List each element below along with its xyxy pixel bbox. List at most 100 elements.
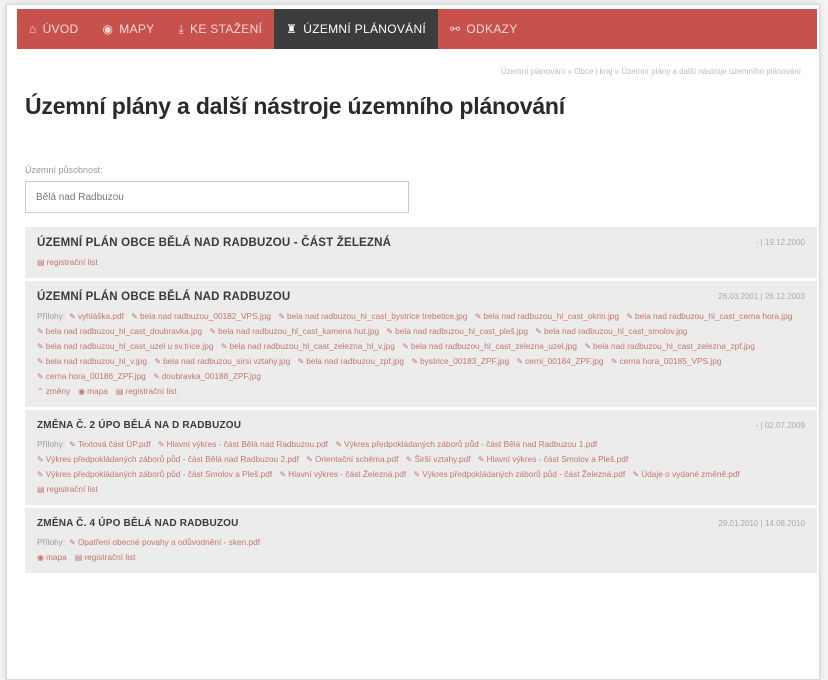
attachment-link[interactable]: ✎ bela nad radbuzou_hl_cast_pleš.jpg [386,326,528,336]
attachment-label: Opatření obecné povahy a odůvodnění - sk… [77,537,261,547]
paperclip-icon: ✎ [535,327,542,336]
attachment-link[interactable]: ✎ bystrice_00183_ZPF.jpg [411,356,509,366]
attachment-link[interactable]: ✎ Hlavní výkres - část Bělá nad Radbuzou.… [158,439,328,449]
attachment-link[interactable]: ✎ bela nad radbuzou_hl_cast_kamena hut.jp… [209,326,379,336]
document-icon: ▤ [37,485,45,494]
attachment-label: Orientační schéma.pdf [314,454,399,464]
attachment-link[interactable]: ✎ Výkres předpokládaných záborů půd - čás… [335,439,597,449]
paperclip-icon: ✎ [632,470,640,479]
attachments-label: Přílohy: [37,537,66,547]
action-document[interactable]: ▤ registrační list [75,552,136,562]
attachment-link[interactable]: ✎ Hlavní výkres - část Železná.pdf [279,469,406,479]
attachment-label: Hlavní výkres - část Smolov a Pleš.pdf [486,454,629,464]
attachment-link[interactable]: ✎ bela nad radbuzou_zpf.jpg [298,356,405,366]
action-label: registrační list [46,484,98,494]
browser-frame: ⌂ ÚVOD ◉ MAPY ⤓ KE STAŽENÍ ♜ ÚZEMNÍ PLÁN… [6,4,820,680]
plan-dates: - | 02.07.2009 [755,421,805,430]
paperclip-icon: ✎ [474,312,482,321]
attachments-list: Přílohy: ✎ Textová část ÚP.pdf ✎ Hlavní výk… [37,437,805,482]
paperclip-icon: ✎ [278,312,286,321]
attachment-link[interactable]: ✎ Orientační schéma.pdf [306,454,398,464]
attachment-link[interactable]: ✎ bela nad radbuzou_sirsi vztahy.jpg [154,356,290,366]
attachment-link[interactable]: ✎ Výkres předpokládaných záborů půd - čás… [37,469,272,479]
plan-item: ÚZEMNÍ PLÁN OBCE BĚLÁ NAD RADBUZOU 26.03.… [25,281,817,410]
attachment-label: bela nad radbuzou_00182_VPS.jpg [139,311,272,321]
paperclip-icon: ✎ [297,357,305,366]
globe-icon: ◉ [37,553,44,562]
attachment-link[interactable]: ✎ bela nad radbuzou_hl_cast_uzel u sv.tri… [37,341,213,351]
attachment-label: bela nad radbuzou_hl_cast_zelezna_hl_v.j… [229,341,395,351]
breadcrumb[interactable]: Územní plánování » Obce i kraj » Územní … [501,67,801,76]
paperclip-icon: ✎ [69,440,76,449]
attachment-link[interactable]: ✎ Opatření obecné povahy a odůvodnění - s… [69,537,260,547]
paperclip-icon: ✎ [131,312,138,321]
nav-item-uzemni-planovani[interactable]: ♜ ÚZEMNÍ PLÁNOVÁNÍ [274,9,439,49]
attachment-link[interactable]: ✎ cerni_00184_ZPF.jpg [516,356,603,366]
attachment-link[interactable]: ✎ Výkres předpokládaných záborů půd - čás… [414,469,626,479]
action-chevron-up[interactable]: ⌃ změny [37,386,70,396]
attachment-link[interactable]: ✎ bela nad radbuzou_hl_cast_smolov.jpg [535,326,687,336]
attachment-link[interactable]: ✎ Výkres předpokládaných záborů půd - čás… [37,454,299,464]
paperclip-icon: ✎ [306,455,313,464]
document-icon: ▤ [74,553,83,562]
attachment-link[interactable]: ✎ Textová část ÚP.pdf [69,439,150,449]
attachment-link[interactable]: ✎ cerna hora_00185_VPS.jpg [611,356,722,366]
attachment-link[interactable]: ✎ Hlavní výkres - část Smolov a Pleš.pdf [478,454,628,464]
action-document[interactable]: ▤ registrační list [116,386,177,396]
attachment-link[interactable]: ✎ Širší vztahy.pdf [406,454,471,464]
chevron-up-icon: ⌃ [37,387,44,396]
plan-actions: ⌃ změny ◉ mapa ▤ registrační list [37,384,805,399]
attachment-label: Výkres předpokládaných záborů půd - část… [45,454,299,464]
plan-actions: ◉ mapa ▤ registrační list [37,550,805,565]
attachment-label: Hlavní výkres - část Bělá nad Radbuzou.p… [166,439,328,449]
action-globe[interactable]: ◉ mapa [78,386,108,396]
attachment-label: bela nad radbuzou_hl_cast_cerna hora.jpg [635,311,793,321]
plan-item: ÚZEMNÍ PLÁN OBCE BĚLÁ NAD RADBUZOU - ČÁS… [25,227,817,281]
attachment-link[interactable]: ✎ doubravka_00188_ZPF.jpg [153,371,261,381]
attachment-label: Údaje o vydané změně.pdf [641,469,740,479]
attachment-link[interactable]: ✎ vyhláška.pdf [69,311,124,321]
action-label: mapa [87,386,108,396]
action-globe[interactable]: ◉ mapa [37,552,67,562]
action-document[interactable]: ▤ registrační list [37,484,98,494]
attachment-link[interactable]: ✎ Údaje o vydané změně.pdf [632,469,739,479]
globe-icon: ◉ [78,387,86,396]
attachment-link[interactable]: ✎ bela nad radbuzou_hl_cast_okrin.jpg [475,311,619,321]
attachments-list: Přílohy: ✎ Opatření obecné povahy a odůvod… [37,535,805,550]
document-icon: ▤ [37,258,45,267]
attachment-link[interactable]: ✎ bela nad radbuzou_hl_cast_cerna hora.jp… [626,311,792,321]
nav-item-ke-stazeni[interactable]: ⤓ KE STAŽENÍ [166,9,274,49]
paperclip-icon: ✎ [37,455,44,464]
nav-item-mapy[interactable]: ◉ MAPY [90,9,166,49]
paperclip-icon: ✎ [37,342,44,351]
attachment-link[interactable]: ✎ bela nad radbuzou_hl_cast_zelezna_hl_v.… [221,341,395,351]
paperclip-icon: ✎ [157,440,165,449]
attachment-link[interactable]: ✎ cerna hora_00186_ZPF.jpg [37,371,146,381]
attachment-label: bela nad radbuzou_hl_cast_smolov.jpg [544,326,688,336]
attachment-label: bela nad radbuzou_hl_cast_zelezna_uzel.j… [410,341,578,351]
binoculars-icon: ♜ [286,22,298,36]
attachment-link[interactable]: ✎ bela nad radbuzou_hl_v.jpg [37,356,147,366]
territory-input[interactable] [25,181,409,213]
paperclip-icon: ✎ [477,455,485,464]
plan-title: ÚZEMNÍ PLÁN OBCE BĚLÁ NAD RADBUZOU [37,291,291,303]
attachment-link[interactable]: ✎ bela nad radbuzou_hl_cast_zelezna_uzel.… [402,341,577,351]
attachments-list: Přílohy: ✎ vyhláška.pdf ✎ bela nad radbuzou… [37,309,805,384]
page-title: Územní plány a další nástroje územního p… [25,93,565,119]
attachment-link[interactable]: ✎ bela nad radbuzou_hl_cast_doubravka.jpg [37,326,202,336]
paperclip-icon: ✎ [220,342,228,351]
plan-title: ZMĚNA Č. 4 ÚPO BĚLÁ NAD RADBUZOU [37,518,239,529]
paperclip-icon: ✎ [209,327,217,336]
action-document[interactable]: ▤ registrační list [37,257,98,267]
attachment-label: bela nad radbuzou_hl_cast_okrin.jpg [483,311,620,321]
attachment-link[interactable]: ✎ bela nad radbuzou_hl_cast_zelezna_zpf.j… [584,341,755,351]
paperclip-icon: ✎ [37,357,44,366]
nav-item-label: KE STAŽENÍ [190,22,263,36]
nav-item-odkazy[interactable]: ⚯ ODKAZY [438,9,530,49]
paperclip-icon: ✎ [610,357,618,366]
nav-item-label: ODKAZY [466,22,518,36]
plan-item: ZMĚNA Č. 2 ÚPO BĚLÁ NA D RADBUZOU - | 02.… [25,410,817,508]
attachment-link[interactable]: ✎ bela nad radbuzou_hl_cast_bystrice treb… [278,311,467,321]
nav-item-uvod[interactable]: ⌂ ÚVOD [17,9,90,49]
attachment-link[interactable]: ✎ bela nad radbuzou_00182_VPS.jpg [131,311,271,321]
